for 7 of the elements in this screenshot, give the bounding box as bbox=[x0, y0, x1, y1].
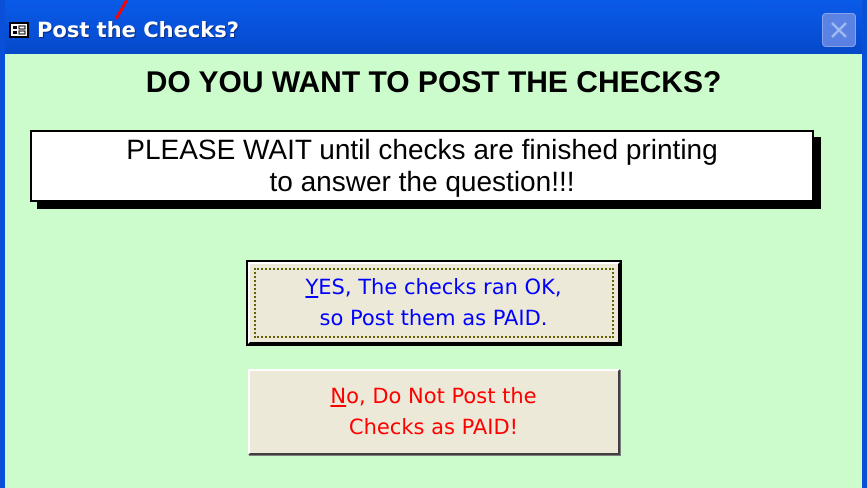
form-icon bbox=[9, 22, 29, 38]
annotation-line bbox=[114, 0, 128, 20]
close-button[interactable] bbox=[822, 13, 856, 47]
close-icon bbox=[829, 20, 849, 40]
answer-button[interactable]: YES, The checks ran OK, so Post them as PAID. bbox=[248, 262, 620, 344]
heading: DO YOU WANT TO POST THE CHECKS? bbox=[146, 66, 722, 100]
window-title: Post the Checks? bbox=[37, 18, 240, 42]
